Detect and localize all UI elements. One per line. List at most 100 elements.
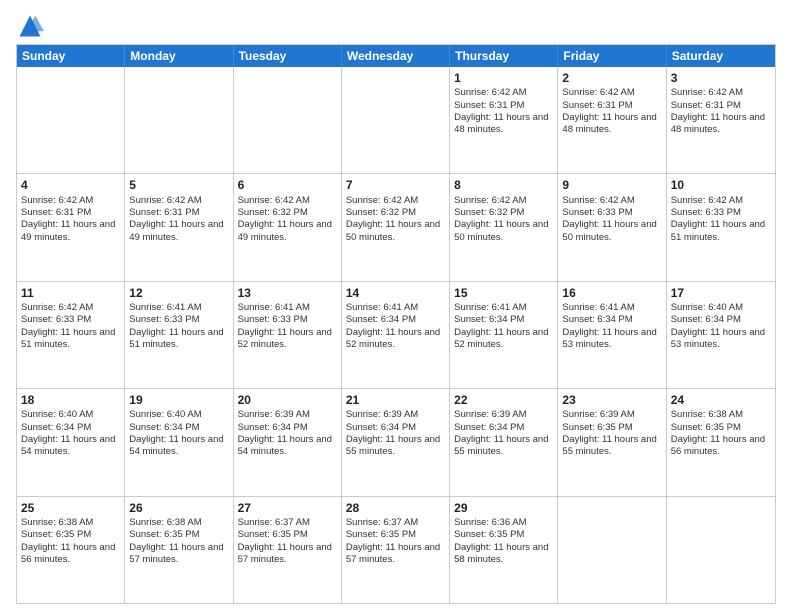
day-info: Sunrise: 6:39 AM Sunset: 6:34 PM Dayligh… bbox=[454, 409, 553, 458]
day-number: 17 bbox=[671, 285, 771, 301]
day-number: 21 bbox=[346, 392, 445, 408]
cal-cell: 10 Sunrise: 6:42 AM Sunset: 6:33 PM Dayli… bbox=[667, 174, 775, 280]
cal-cell: 27Sunrise: 6:37 AM Sunset: 6:35 PM Dayli… bbox=[234, 497, 342, 603]
cal-week-3: 11Sunrise: 6:42 AM Sunset: 6:33 PM Dayli… bbox=[17, 281, 775, 388]
day-info: Sunrise: 6:42 AM Sunset: 6:32 PM Dayligh… bbox=[238, 195, 337, 244]
cal-cell: 29Sunrise: 6:36 AM Sunset: 6:35 PM Dayli… bbox=[450, 497, 558, 603]
cal-cell: 25Sunrise: 6:38 AM Sunset: 6:35 PM Dayli… bbox=[17, 497, 125, 603]
day-info: Sunrise: 6:37 AM Sunset: 6:35 PM Dayligh… bbox=[238, 517, 337, 566]
day-number: 22 bbox=[454, 392, 553, 408]
cal-cell: 21Sunrise: 6:39 AM Sunset: 6:34 PM Dayli… bbox=[342, 389, 450, 495]
cal-cell: 13Sunrise: 6:41 AM Sunset: 6:33 PM Dayli… bbox=[234, 282, 342, 388]
cal-cell bbox=[17, 67, 125, 173]
cal-cell bbox=[234, 67, 342, 173]
day-number: 7 bbox=[346, 177, 445, 193]
day-info: Sunrise: 6:42 AM Sunset: 6:31 PM Dayligh… bbox=[454, 87, 553, 136]
day-info: Sunrise: 6:39 AM Sunset: 6:34 PM Dayligh… bbox=[238, 409, 337, 458]
day-info: Sunrise: 6:42 AM Sunset: 6:31 PM Dayligh… bbox=[671, 87, 771, 136]
cal-cell bbox=[342, 67, 450, 173]
day-info: Sunrise: 6:42 AM Sunset: 6:31 PM Dayligh… bbox=[562, 87, 661, 136]
day-number: 26 bbox=[129, 500, 228, 516]
cal-cell: 3Sunrise: 6:42 AM Sunset: 6:31 PM Daylig… bbox=[667, 67, 775, 173]
day-number: 20 bbox=[238, 392, 337, 408]
cal-week-4: 18Sunrise: 6:40 AM Sunset: 6:34 PM Dayli… bbox=[17, 388, 775, 495]
day-info: Sunrise: 6:42 AM Sunset: 6:31 PM Dayligh… bbox=[129, 195, 228, 244]
day-info: Sunrise: 6:39 AM Sunset: 6:35 PM Dayligh… bbox=[562, 409, 661, 458]
calendar-body: 1Sunrise: 6:42 AM Sunset: 6:31 PM Daylig… bbox=[17, 67, 775, 603]
cal-cell: 8 Sunrise: 6:42 AM Sunset: 6:32 PM Daylig… bbox=[450, 174, 558, 280]
day-info: Sunrise: 6:41 AM Sunset: 6:34 PM Dayligh… bbox=[562, 302, 661, 351]
cal-header-friday: Friday bbox=[558, 45, 666, 67]
cal-cell: 11Sunrise: 6:42 AM Sunset: 6:33 PM Dayli… bbox=[17, 282, 125, 388]
cal-cell: 14Sunrise: 6:41 AM Sunset: 6:34 PM Dayli… bbox=[342, 282, 450, 388]
day-number: 28 bbox=[346, 500, 445, 516]
day-number: 19 bbox=[129, 392, 228, 408]
day-number: 6 bbox=[238, 177, 337, 193]
day-number: 24 bbox=[671, 392, 771, 408]
day-info: Sunrise: 6:42 AM Sunset: 6:32 PM Dayligh… bbox=[346, 195, 445, 244]
cal-cell bbox=[125, 67, 233, 173]
day-info: Sunrise: 6:40 AM Sunset: 6:34 PM Dayligh… bbox=[671, 302, 771, 351]
cal-cell: 4Sunrise: 6:42 AM Sunset: 6:31 PM Daylig… bbox=[17, 174, 125, 280]
day-number: 18 bbox=[21, 392, 120, 408]
day-number: 12 bbox=[129, 285, 228, 301]
cal-header-sunday: Sunday bbox=[17, 45, 125, 67]
cal-cell: 18Sunrise: 6:40 AM Sunset: 6:34 PM Dayli… bbox=[17, 389, 125, 495]
day-number: 1 bbox=[454, 70, 553, 86]
cal-header-monday: Monday bbox=[125, 45, 233, 67]
day-info: Sunrise: 6:41 AM Sunset: 6:33 PM Dayligh… bbox=[238, 302, 337, 351]
day-info: Sunrise: 6:40 AM Sunset: 6:34 PM Dayligh… bbox=[21, 409, 120, 458]
cal-cell: 7 Sunrise: 6:42 AM Sunset: 6:32 PM Daylig… bbox=[342, 174, 450, 280]
cal-header-tuesday: Tuesday bbox=[234, 45, 342, 67]
cal-cell: 23Sunrise: 6:39 AM Sunset: 6:35 PM Dayli… bbox=[558, 389, 666, 495]
day-info: Sunrise: 6:42 AM Sunset: 6:33 PM Dayligh… bbox=[671, 195, 771, 244]
day-info: Sunrise: 6:39 AM Sunset: 6:34 PM Dayligh… bbox=[346, 409, 445, 458]
day-info: Sunrise: 6:38 AM Sunset: 6:35 PM Dayligh… bbox=[129, 517, 228, 566]
cal-cell: 24Sunrise: 6:38 AM Sunset: 6:35 PM Dayli… bbox=[667, 389, 775, 495]
cal-cell: 28Sunrise: 6:37 AM Sunset: 6:35 PM Dayli… bbox=[342, 497, 450, 603]
cal-cell: 19Sunrise: 6:40 AM Sunset: 6:34 PM Dayli… bbox=[125, 389, 233, 495]
day-number: 2 bbox=[562, 70, 661, 86]
day-number: 8 bbox=[454, 177, 553, 193]
day-info: Sunrise: 6:37 AM Sunset: 6:35 PM Dayligh… bbox=[346, 517, 445, 566]
day-number: 14 bbox=[346, 285, 445, 301]
cal-cell: 20Sunrise: 6:39 AM Sunset: 6:34 PM Dayli… bbox=[234, 389, 342, 495]
day-info: Sunrise: 6:42 AM Sunset: 6:33 PM Dayligh… bbox=[562, 195, 661, 244]
cal-cell: 6 Sunrise: 6:42 AM Sunset: 6:32 PM Daylig… bbox=[234, 174, 342, 280]
day-info: Sunrise: 6:42 AM Sunset: 6:33 PM Dayligh… bbox=[21, 302, 120, 351]
cal-cell: 1Sunrise: 6:42 AM Sunset: 6:31 PM Daylig… bbox=[450, 67, 558, 173]
day-number: 10 bbox=[671, 177, 771, 193]
cal-week-1: 1Sunrise: 6:42 AM Sunset: 6:31 PM Daylig… bbox=[17, 67, 775, 173]
day-number: 9 bbox=[562, 177, 661, 193]
calendar: SundayMondayTuesdayWednesdayThursdayFrid… bbox=[16, 44, 776, 604]
day-info: Sunrise: 6:41 AM Sunset: 6:33 PM Dayligh… bbox=[129, 302, 228, 351]
day-number: 27 bbox=[238, 500, 337, 516]
cal-cell: 12Sunrise: 6:41 AM Sunset: 6:33 PM Dayli… bbox=[125, 282, 233, 388]
cal-header-saturday: Saturday bbox=[667, 45, 775, 67]
day-number: 25 bbox=[21, 500, 120, 516]
logo-icon bbox=[16, 12, 44, 40]
day-number: 4 bbox=[21, 177, 120, 193]
cal-header-wednesday: Wednesday bbox=[342, 45, 450, 67]
cal-cell bbox=[667, 497, 775, 603]
day-number: 13 bbox=[238, 285, 337, 301]
day-info: Sunrise: 6:41 AM Sunset: 6:34 PM Dayligh… bbox=[454, 302, 553, 351]
day-info: Sunrise: 6:41 AM Sunset: 6:34 PM Dayligh… bbox=[346, 302, 445, 351]
day-info: Sunrise: 6:38 AM Sunset: 6:35 PM Dayligh… bbox=[671, 409, 771, 458]
day-number: 15 bbox=[454, 285, 553, 301]
day-info: Sunrise: 6:42 AM Sunset: 6:32 PM Dayligh… bbox=[454, 195, 553, 244]
cal-cell bbox=[558, 497, 666, 603]
day-info: Sunrise: 6:40 AM Sunset: 6:34 PM Dayligh… bbox=[129, 409, 228, 458]
cal-cell: 17Sunrise: 6:40 AM Sunset: 6:34 PM Dayli… bbox=[667, 282, 775, 388]
day-number: 23 bbox=[562, 392, 661, 408]
day-number: 11 bbox=[21, 285, 120, 301]
day-number: 29 bbox=[454, 500, 553, 516]
day-info: Sunrise: 6:36 AM Sunset: 6:35 PM Dayligh… bbox=[454, 517, 553, 566]
cal-week-2: 4 Sunrise: 6:42 AM Sunset: 6:31 PM Daylig… bbox=[17, 173, 775, 280]
cal-cell: 9 Sunrise: 6:42 AM Sunset: 6:33 PM Daylig… bbox=[558, 174, 666, 280]
day-number: 3 bbox=[671, 70, 771, 86]
cal-cell: 15Sunrise: 6:41 AM Sunset: 6:34 PM Dayli… bbox=[450, 282, 558, 388]
logo bbox=[16, 12, 48, 40]
day-number: 16 bbox=[562, 285, 661, 301]
header bbox=[16, 12, 776, 40]
